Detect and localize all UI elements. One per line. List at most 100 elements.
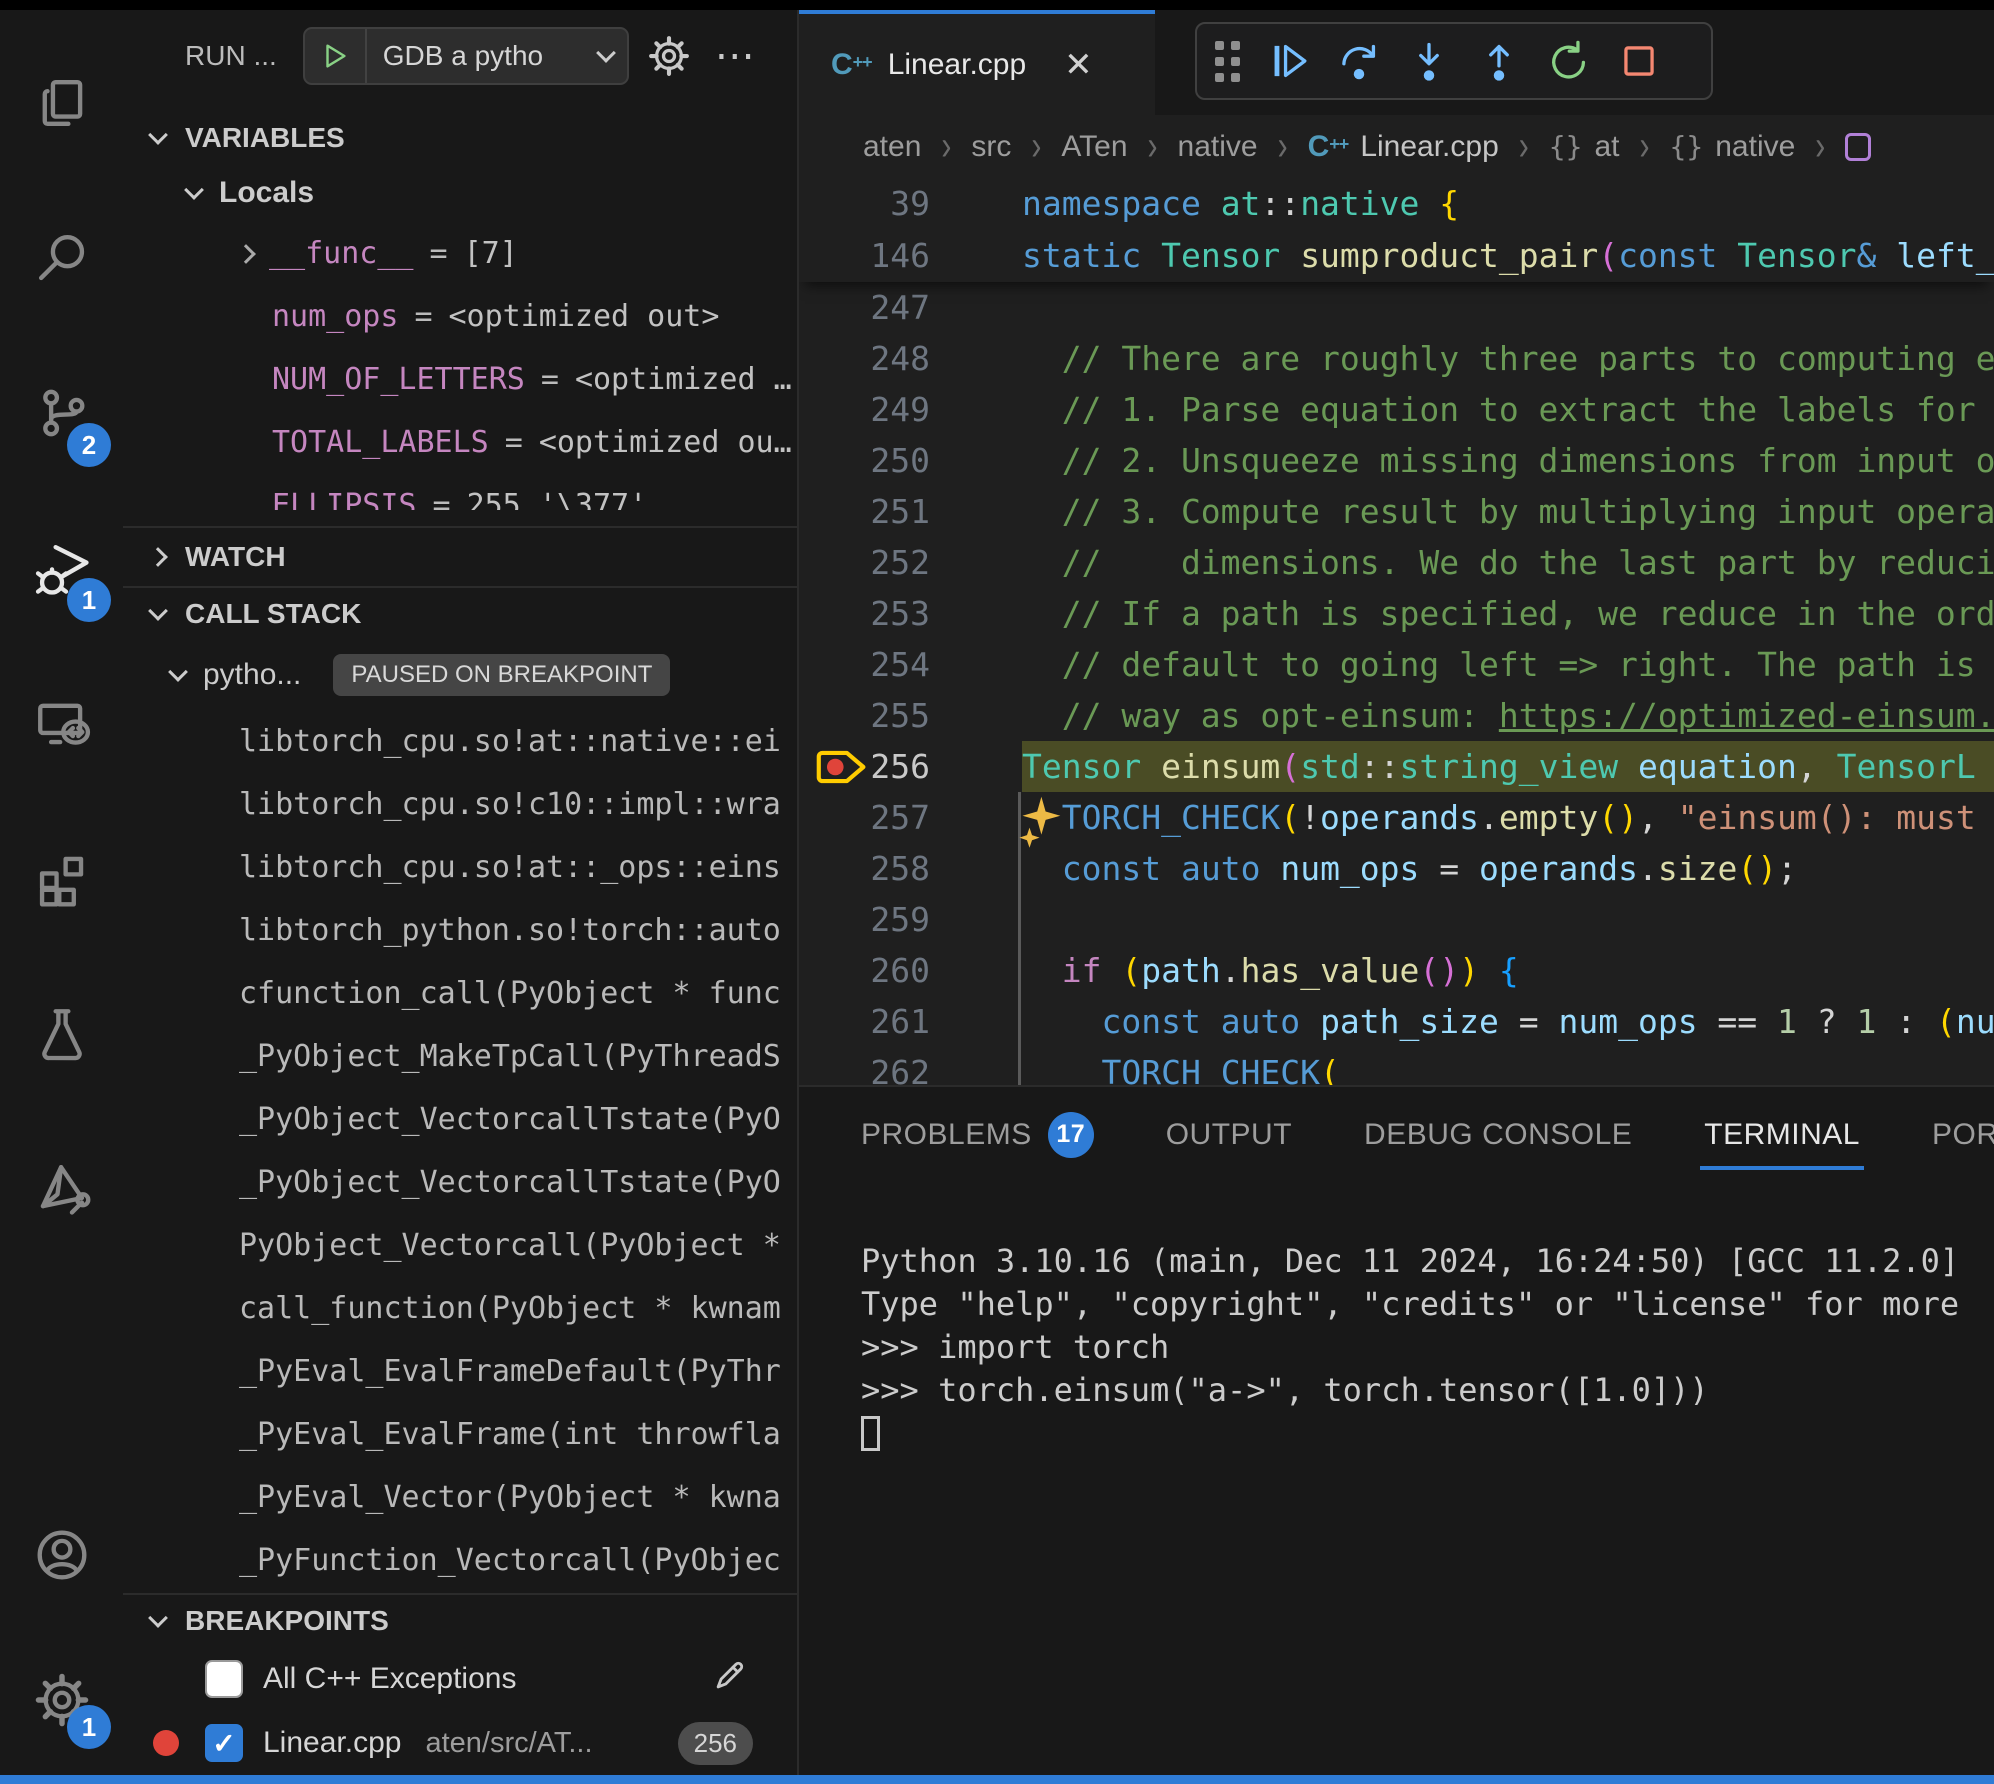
code-line-146[interactable]: 146static Tensor sumproduct_pair(const T… [799,230,1994,282]
stack-frame[interactable]: call_function(PyObject * kwnam [123,1277,797,1340]
stack-frame[interactable]: _PyObject_VectorcallTstate(PyO [123,1088,797,1151]
activity-item-search[interactable] [0,183,123,338]
line-gutter[interactable]: 251 [799,486,1022,537]
code-line-258[interactable]: 258 const auto num_ops = operands.size()… [799,843,1994,894]
thread-row[interactable]: pytho... PAUSED ON BREAKPOINT [123,640,797,710]
launch-config-dropdown[interactable]: GDB a pytho [303,27,629,85]
breadcrumb-item[interactable]: aten [863,130,921,164]
code-line-252[interactable]: 252 // dimensions. We do the last part b… [799,537,1994,588]
start-debugging-icon[interactable] [305,29,367,83]
line-gutter[interactable]: 258 [799,843,1022,894]
call-stack-section-header[interactable]: CALL STACK [123,588,797,640]
activity-item-extension-tools[interactable] [0,1113,123,1268]
code-line-247[interactable]: 247 [799,282,1994,333]
line-gutter[interactable]: 248 [799,333,1022,384]
stack-frame[interactable]: PyObject_Vectorcall(PyObject * [123,1214,797,1277]
stack-frame[interactable]: _PyEval_Vector(PyObject * kwna [123,1466,797,1529]
close-icon[interactable]: ✕ [1064,45,1093,85]
breadcrumb-item[interactable] [1845,133,1871,161]
drag-grip-icon[interactable] [1215,41,1240,82]
stack-frame[interactable]: libtorch_cpu.so!at::_ops::eins [123,836,797,899]
code-line-250[interactable]: 250 // 2. Unsqueeze missing dimensions f… [799,435,1994,486]
stack-frame[interactable]: libtorch_python.so!torch::auto [123,899,797,962]
panel-tab-debug-console[interactable]: DEBUG CONSOLE [1364,1087,1632,1182]
line-gutter[interactable]: 254 [799,639,1022,690]
panel-tab-problems[interactable]: PROBLEMS17 [861,1087,1094,1182]
activity-item-settings[interactable]: 1 [0,1630,123,1775]
code-line-253[interactable]: 253 // If a path is specified, we reduce… [799,588,1994,639]
activity-item-testing[interactable] [0,958,123,1113]
pencil-icon[interactable] [711,1656,749,1702]
stack-frame[interactable]: _PyObject_MakeTpCall(PyThreadS [123,1025,797,1088]
line-gutter[interactable]: 255 [799,690,1022,741]
step-into-icon[interactable] [1398,30,1460,92]
variable-row[interactable]: NUM_OF_LETTERS=<optimized … [123,348,797,411]
step-over-icon[interactable] [1328,30,1390,92]
watch-section-header[interactable]: WATCH [123,528,797,586]
checkbox-checked[interactable]: ✓ [205,1724,243,1762]
line-gutter[interactable]: 262 [799,1047,1022,1085]
stack-frame[interactable]: cfunction_call(PyObject * func [123,962,797,1025]
variables-section-header[interactable]: VARIABLES [123,112,797,164]
step-out-icon[interactable] [1468,30,1530,92]
tab-linear-cpp[interactable]: C++ Linear.cpp ✕ [799,8,1155,115]
line-gutter[interactable]: 247 [799,282,1022,333]
activity-item-explorer[interactable] [0,28,123,183]
code-line-256[interactable]: 256Tensor einsum(std::string_view equati… [799,741,1994,792]
variable-row[interactable]: TOTAL_LABELS=<optimized ou… [123,411,797,474]
stack-frame[interactable]: _PyFunction_Vectorcall(PyObjec [123,1529,797,1592]
panel-tab-terminal[interactable]: TERMINAL [1704,1087,1860,1182]
code-line-249[interactable]: 249 // 1. Parse equation to extract the … [799,384,1994,435]
code-line-257[interactable]: 257 TORCH_CHECK(!operands.empty(), "eins… [799,792,1994,843]
stack-frame[interactable]: _PyEval_EvalFrame(int throwfla [123,1403,797,1466]
line-gutter[interactable]: 252 [799,537,1022,588]
line-gutter[interactable]: 39 [799,178,1022,230]
line-gutter[interactable]: 249 [799,384,1022,435]
breadcrumb-item[interactable]: ATen [1061,130,1127,164]
breakpoint-row[interactable]: All C++ Exceptions [123,1647,797,1711]
breadcrumb-item[interactable]: {}native [1670,130,1796,164]
code-line-251[interactable]: 251 // 3. Compute result by multiplying … [799,486,1994,537]
panel-tab-ports[interactable]: PORTS [1932,1087,1994,1182]
variable-row[interactable]: num_ops=<optimized out> [123,285,797,348]
restart-icon[interactable] [1538,30,1600,92]
activity-item-extensions[interactable] [0,803,123,958]
locals-scope-row[interactable]: Locals [123,164,797,222]
breakpoint-hit-icon[interactable] [813,741,871,792]
code-line-259[interactable]: 259 [799,894,1994,945]
breadcrumb-item[interactable]: native [1178,130,1258,164]
line-gutter[interactable]: 257 [799,792,1022,843]
stack-frame[interactable]: libtorch_cpu.so!c10::impl::wra [123,773,797,836]
panel-tab-output[interactable]: OUTPUT [1166,1087,1292,1182]
breakpoints-section-header[interactable]: BREAKPOINTS [123,1595,797,1647]
breadcrumb-item[interactable]: C++Linear.cpp [1308,130,1499,164]
activity-item-accounts[interactable] [0,1485,123,1630]
copilot-sparkle-icon[interactable] [1014,794,1066,854]
breadcrumb-item[interactable]: {}at [1549,130,1620,164]
code-line-261[interactable]: 261 const auto path_size = num_ops == 1 … [799,996,1994,1047]
stack-frame[interactable]: libtorch_cpu.so!at::native::ei [123,710,797,773]
code-line-248[interactable]: 248 // There are roughly three parts to … [799,333,1994,384]
line-gutter[interactable]: 261 [799,996,1022,1047]
checkbox-unchecked[interactable] [205,1660,243,1698]
code-line-260[interactable]: 260 if (path.has_value()) { [799,945,1994,996]
code-line-39[interactable]: 39namespace at::native { [799,178,1994,230]
line-gutter[interactable]: 259 [799,894,1022,945]
terminal-output[interactable]: Python 3.10.16 (main, Dec 11 2024, 16:24… [799,1182,1994,1775]
line-gutter[interactable]: 260 [799,945,1022,996]
continue-icon[interactable] [1258,30,1320,92]
code-line-255[interactable]: 255 // way as opt-einsum: https://optimi… [799,690,1994,741]
activity-item-remote-explorer[interactable] [0,648,123,803]
code-editor[interactable]: 39namespace at::native {146static Tensor… [799,178,1994,1085]
line-gutter[interactable]: 146 [799,230,1022,282]
more-actions-icon[interactable]: ⋯ [709,36,757,76]
code-line-262[interactable]: 262 TORCH_CHECK( [799,1047,1994,1085]
breadcrumb-item[interactable]: src [971,130,1011,164]
variable-row[interactable]: ELLIPSIS=255 '\377' [123,474,797,510]
line-gutter[interactable]: 250 [799,435,1022,486]
gear-icon[interactable] [647,34,691,78]
line-gutter[interactable]: 253 [799,588,1022,639]
activity-item-source-control[interactable]: 2 [0,338,123,493]
code-line-254[interactable]: 254 // default to going left => right. T… [799,639,1994,690]
line-gutter[interactable]: 256 [799,741,1022,792]
